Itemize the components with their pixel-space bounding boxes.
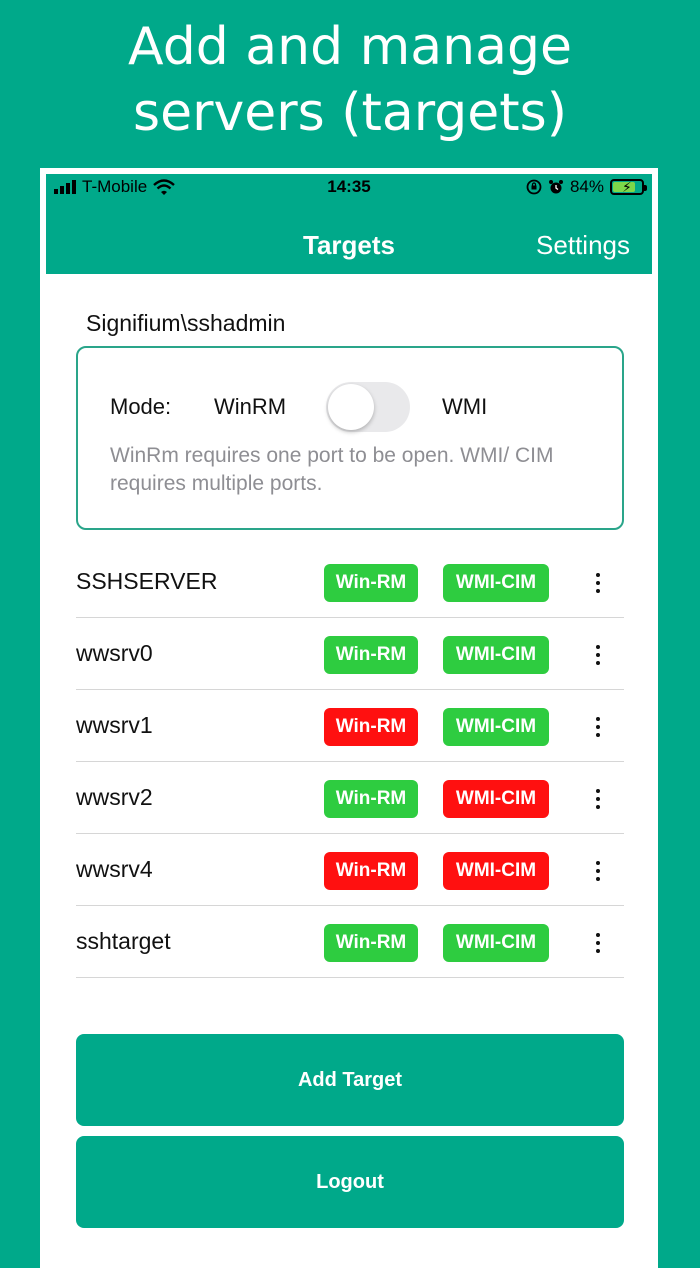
winrm-status-badge[interactable]: Win-RM (324, 852, 418, 890)
wmi-cim-status-badge[interactable]: WMI-CIM (443, 636, 549, 674)
status-right: 84% ⚡ (526, 177, 647, 197)
wmi-cim-status-badge[interactable]: WMI-CIM (443, 708, 549, 746)
winrm-status-badge[interactable]: Win-RM (324, 780, 418, 818)
target-row[interactable]: wwsrv4 Win-RM WMI-CIM (76, 834, 624, 906)
battery-icon: ⚡ (610, 179, 647, 195)
target-name: wwsrv0 (76, 640, 153, 666)
winrm-status-badge[interactable]: Win-RM (324, 924, 418, 962)
wmi-cim-status-badge[interactable]: WMI-CIM (443, 924, 549, 962)
winrm-status-badge[interactable]: Win-RM (324, 708, 418, 746)
mode-note: WinRm requires one port to be open. WMI/… (110, 444, 554, 495)
mode-row: Mode: WinRM WMI (110, 382, 590, 432)
toggle-knob (328, 384, 374, 430)
target-row[interactable]: wwsrv1 Win-RM WMI-CIM (76, 690, 624, 762)
more-options-icon[interactable] (584, 712, 612, 742)
target-name: wwsrv2 (76, 784, 153, 810)
mode-panel: Mode: WinRM WMI WinRm requires one port … (76, 346, 624, 530)
target-row[interactable]: SSHSERVER Win-RM WMI-CIM (76, 546, 624, 618)
headline-line-2: servers (targets) (132, 83, 567, 143)
target-row[interactable]: wwsrv2 Win-RM WMI-CIM (76, 762, 624, 834)
phone-screen: T-Mobile 14:35 84% ⚡ Targets Settings Si… (40, 168, 658, 1268)
target-row[interactable]: wwsrv0 Win-RM WMI-CIM (76, 618, 624, 690)
more-options-icon[interactable] (584, 928, 612, 958)
more-options-icon[interactable] (584, 568, 612, 598)
target-name: sshtarget (76, 928, 171, 954)
user-account: Signifium\sshadmin (86, 310, 286, 336)
top-bar: T-Mobile 14:35 84% ⚡ Targets Settings (46, 174, 652, 274)
headline: Add and manage servers (targets) (0, 14, 700, 146)
more-options-icon[interactable] (584, 640, 612, 670)
winrm-status-badge[interactable]: Win-RM (324, 564, 418, 602)
add-target-button[interactable]: Add Target (76, 1034, 624, 1126)
wmi-cim-status-badge[interactable]: WMI-CIM (443, 852, 549, 890)
wmi-cim-status-badge[interactable]: WMI-CIM (443, 780, 549, 818)
logout-button[interactable]: Logout (76, 1136, 624, 1228)
battery-percent: 84% (569, 177, 604, 196)
more-options-icon[interactable] (584, 784, 612, 814)
settings-link[interactable]: Settings (536, 230, 630, 261)
target-row[interactable]: sshtarget Win-RM WMI-CIM (76, 906, 624, 978)
orientation-lock-icon (526, 179, 542, 195)
more-options-icon[interactable] (584, 856, 612, 886)
winrm-status-badge[interactable]: Win-RM (324, 636, 418, 674)
wmi-cim-status-badge[interactable]: WMI-CIM (443, 564, 549, 602)
mode-toggle[interactable] (326, 382, 410, 432)
target-list: SSHSERVER Win-RM WMI-CIM wwsrv0 Win-RM WMI-CI… (76, 546, 624, 978)
charging-bolt-icon: ⚡ (622, 179, 632, 195)
mode-option-winrm: WinRM (214, 394, 287, 419)
alarm-icon (548, 180, 563, 194)
target-name: wwsrv1 (76, 712, 153, 738)
mode-label: Mode: (110, 394, 172, 419)
target-name: SSHSERVER (76, 568, 218, 594)
target-name: wwsrv4 (76, 856, 153, 882)
mode-option-wmi: WMI (442, 394, 488, 419)
status-bar: T-Mobile 14:35 84% ⚡ (46, 174, 652, 202)
headline-line-1: Add and manage (128, 17, 572, 77)
